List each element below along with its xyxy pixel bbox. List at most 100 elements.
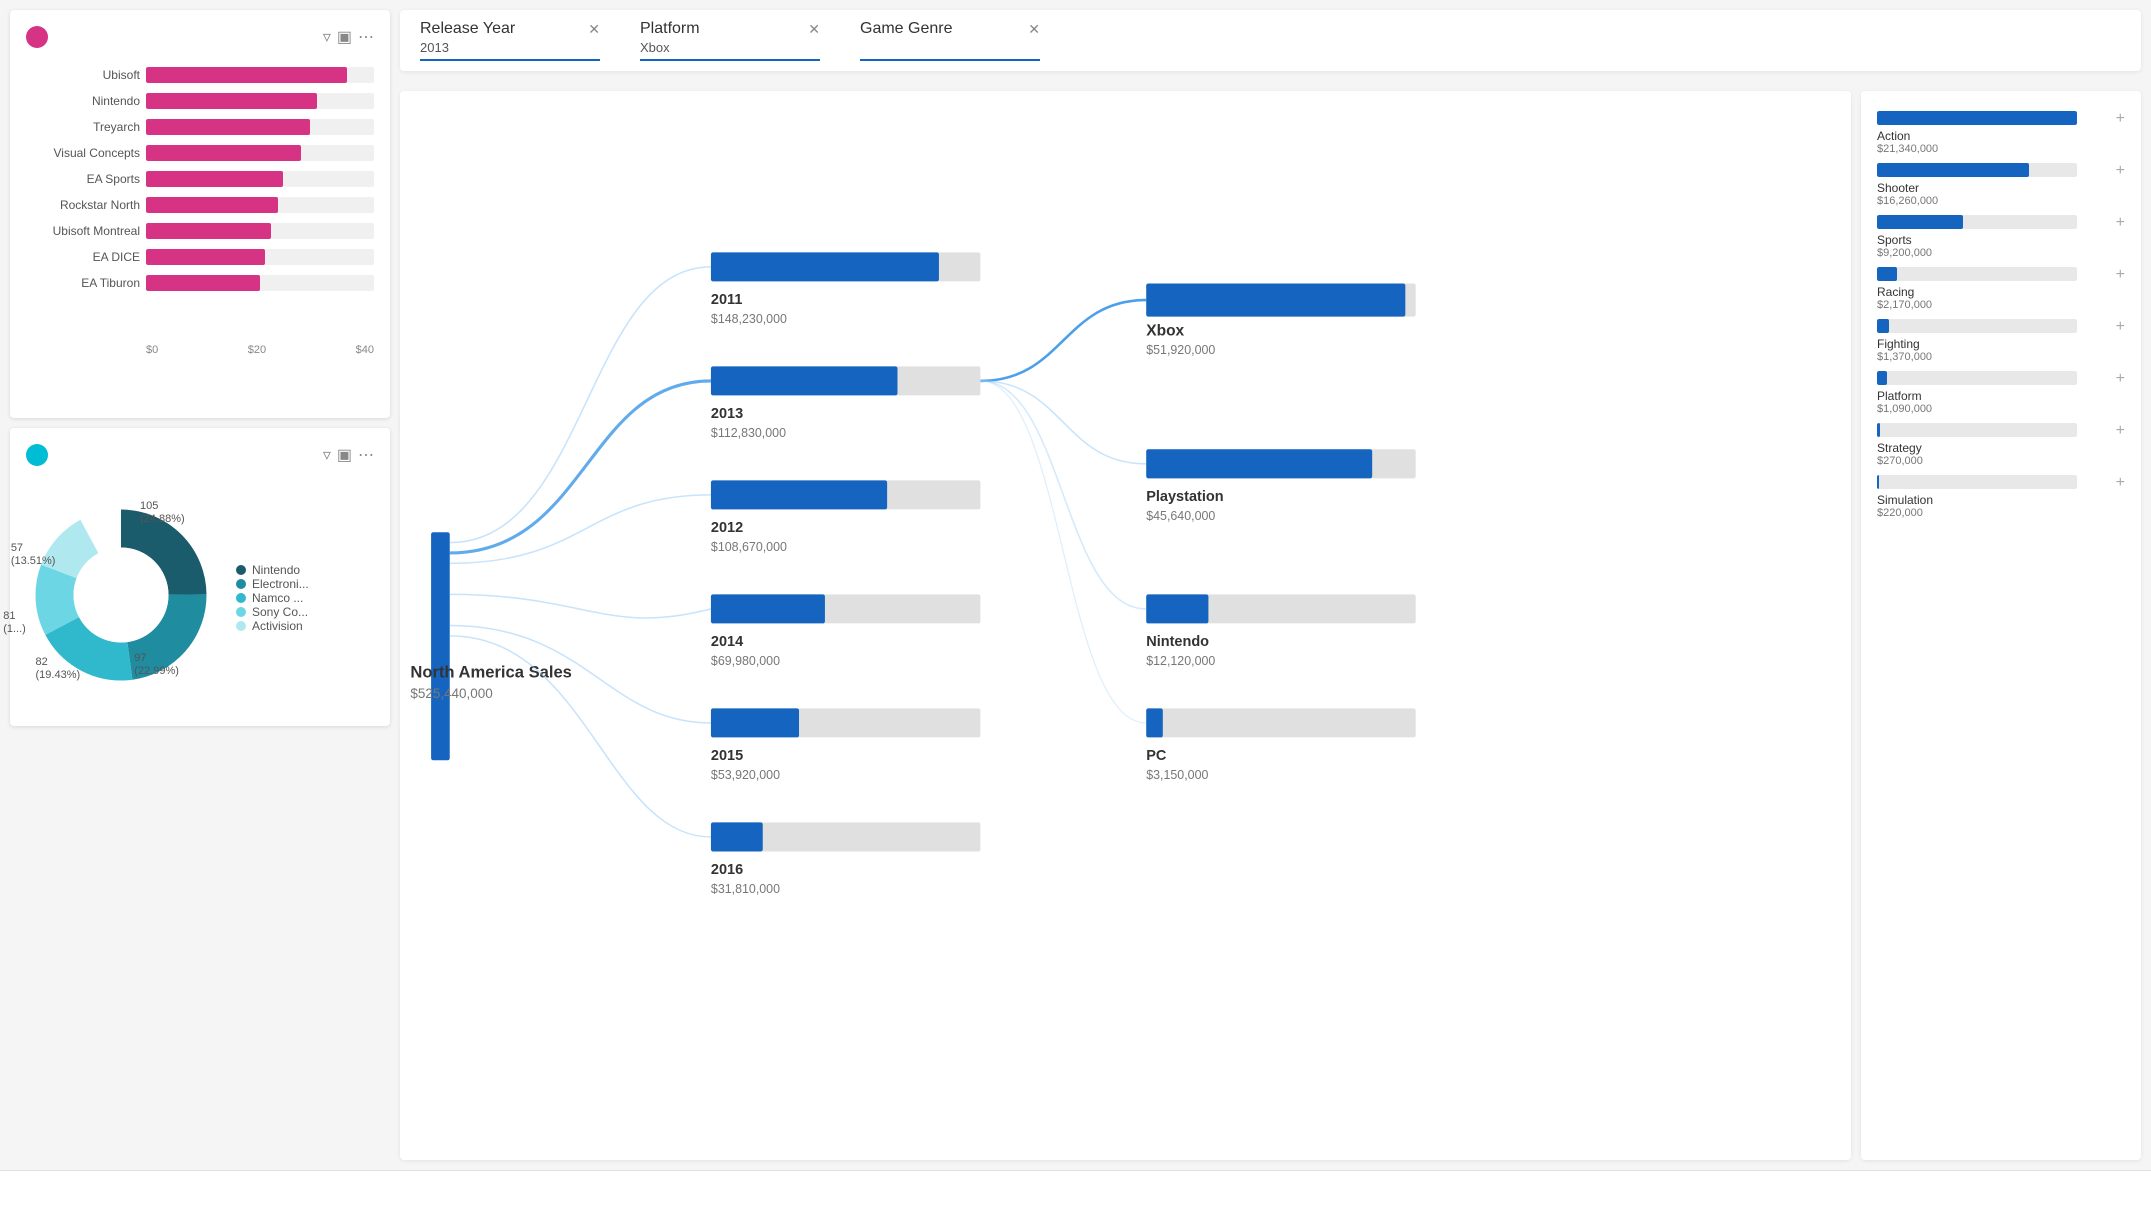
genre-bar-area: Shooter $16,260,000 xyxy=(1877,163,2110,207)
bar-track xyxy=(146,145,374,161)
legend-dot xyxy=(236,607,246,617)
svg-text:$3,150,000: $3,150,000 xyxy=(1146,768,1208,782)
svg-text:$51,920,000: $51,920,000 xyxy=(1146,343,1215,357)
bar-fill xyxy=(146,145,301,161)
genre-row: Sports $9,200,000 + xyxy=(1877,211,2125,263)
bar-row: EA DICE xyxy=(30,244,374,270)
filter-chip-header: Game Genre ✕ xyxy=(860,20,1040,38)
genre-value: $21,340,000 xyxy=(1877,143,2110,155)
filter-chip-header: Release Year ✕ xyxy=(420,20,600,38)
bar-fill xyxy=(146,223,271,239)
bar-row: Treyarch xyxy=(30,114,374,140)
genre-plus-icon[interactable]: + xyxy=(2110,319,2125,335)
bar-track xyxy=(146,223,374,239)
genre-plus-icon[interactable]: + xyxy=(2110,371,2125,387)
genre-info: Shooter $16,260,000 xyxy=(1877,181,2110,207)
filter-chip[interactable]: Release Year ✕ 2013 xyxy=(420,20,600,61)
bar-chart-content: Ubisoft Nintendo Treyarch Visual Concept… xyxy=(30,62,374,402)
genre-name: Simulation xyxy=(1877,493,2110,507)
genre-plus-icon[interactable]: + xyxy=(2110,163,2125,179)
title-area-publisher xyxy=(26,444,56,466)
svg-text:2013: 2013 xyxy=(711,406,743,422)
genre-value: $9,200,000 xyxy=(1877,247,2110,259)
more-icon-pub[interactable]: ⋯ xyxy=(358,445,374,465)
bar-row: EA Sports xyxy=(30,166,374,192)
genre-fill xyxy=(1877,215,1963,229)
bottom-bar xyxy=(0,1170,2151,1210)
bar-row: Visual Concepts xyxy=(30,140,374,166)
card-header-publisher: ▿ ▣ ⋯ xyxy=(26,444,374,466)
genre-name: Sports xyxy=(1877,233,2110,247)
svg-text:$12,120,000: $12,120,000 xyxy=(1146,654,1215,668)
bar-track xyxy=(146,249,374,265)
filter-close-icon[interactable]: ✕ xyxy=(588,21,600,38)
genre-bar-area: Platform $1,090,000 xyxy=(1877,371,2110,415)
svg-text:2012: 2012 xyxy=(711,520,743,536)
svg-text:$112,830,000: $112,830,000 xyxy=(711,426,786,440)
genre-bar-area: Action $21,340,000 xyxy=(1877,111,2110,155)
bar-row: Rockstar North xyxy=(30,192,374,218)
x-axis: $0 $20 $40 xyxy=(30,344,374,356)
genre-name: Fighting xyxy=(1877,337,2110,351)
svg-text:Xbox: Xbox xyxy=(1146,322,1184,339)
genre-value: $2,170,000 xyxy=(1877,299,2110,311)
genre-name: Racing xyxy=(1877,285,2110,299)
more-icon[interactable]: ⋯ xyxy=(358,27,374,47)
genre-value: $16,260,000 xyxy=(1877,195,2110,207)
bar-row: Ubisoft Montreal xyxy=(30,218,374,244)
svg-text:2016: 2016 xyxy=(711,862,743,878)
filter-close-icon[interactable]: ✕ xyxy=(808,21,820,38)
genre-info: Platform $1,090,000 xyxy=(1877,389,2110,415)
svg-text:$69,980,000: $69,980,000 xyxy=(711,654,780,668)
legend-dot xyxy=(236,579,246,589)
filter-label: Platform xyxy=(640,20,700,38)
legend-dot xyxy=(236,621,246,631)
center-right-area: Release Year ✕ 2013 Platform ✕ Xbox Game… xyxy=(400,10,2141,1160)
expand-icon[interactable]: ▣ xyxy=(337,27,352,47)
genre-track xyxy=(1877,371,2077,385)
sankey-svg: North America Sales $525,440,000 2011 $1… xyxy=(400,91,1851,1160)
expand-icon-pub[interactable]: ▣ xyxy=(337,445,352,465)
genre-row: Fighting $1,370,000 + xyxy=(1877,315,2125,367)
bar-fill xyxy=(146,197,278,213)
filter-close-icon[interactable]: ✕ xyxy=(1028,21,1040,38)
bar-fill xyxy=(146,249,265,265)
legend-label: Namco ... xyxy=(252,591,303,605)
legend-item: Activision xyxy=(236,619,309,633)
legend-label: Activision xyxy=(252,619,303,633)
bar-fill xyxy=(146,67,347,83)
bar-fill xyxy=(146,119,310,135)
svg-text:2014: 2014 xyxy=(711,634,743,650)
right-panel-genre: Action $21,340,000 + Shooter $16,260,000… xyxy=(1861,91,2141,1160)
filter-icon[interactable]: ▿ xyxy=(323,27,331,47)
card-actions-publisher: ▿ ▣ ⋯ xyxy=(323,445,374,465)
bar-fill xyxy=(146,275,260,291)
genre-row: Racing $2,170,000 + xyxy=(1877,263,2125,315)
bar-fill xyxy=(146,93,317,109)
genre-plus-icon[interactable]: + xyxy=(2110,215,2125,231)
bar-fill xyxy=(146,171,283,187)
filter-chip[interactable]: Game Genre ✕ xyxy=(860,20,1040,61)
genre-track xyxy=(1877,475,2077,489)
genre-plus-icon[interactable]: + xyxy=(2110,111,2125,127)
svg-text:2011: 2011 xyxy=(711,292,742,308)
filters-bar: Release Year ✕ 2013 Platform ✕ Xbox Game… xyxy=(400,10,2141,71)
genre-plus-icon[interactable]: + xyxy=(2110,475,2125,491)
genre-info: Action $21,340,000 xyxy=(1877,129,2110,155)
genre-plus-icon[interactable]: + xyxy=(2110,267,2125,283)
legend-label: Electroni... xyxy=(252,577,309,591)
legend-item: Nintendo xyxy=(236,563,309,577)
filter-chip-header: Platform ✕ xyxy=(640,20,820,38)
bar-label: Ubisoft Montreal xyxy=(30,224,140,238)
genre-plus-icon[interactable]: + xyxy=(2110,423,2125,439)
genre-name: Platform xyxy=(1877,389,2110,403)
svg-text:$525,440,000: $525,440,000 xyxy=(410,686,492,701)
bar-label: EA Sports xyxy=(30,172,140,186)
genre-row: Platform $1,090,000 + xyxy=(1877,367,2125,419)
bar-track xyxy=(146,171,374,187)
genre-track xyxy=(1877,111,2077,125)
filter-chip[interactable]: Platform ✕ Xbox xyxy=(640,20,820,61)
filter-icon-pub[interactable]: ▿ xyxy=(323,445,331,465)
filter-label: Release Year xyxy=(420,20,515,38)
legend-dot xyxy=(236,565,246,575)
